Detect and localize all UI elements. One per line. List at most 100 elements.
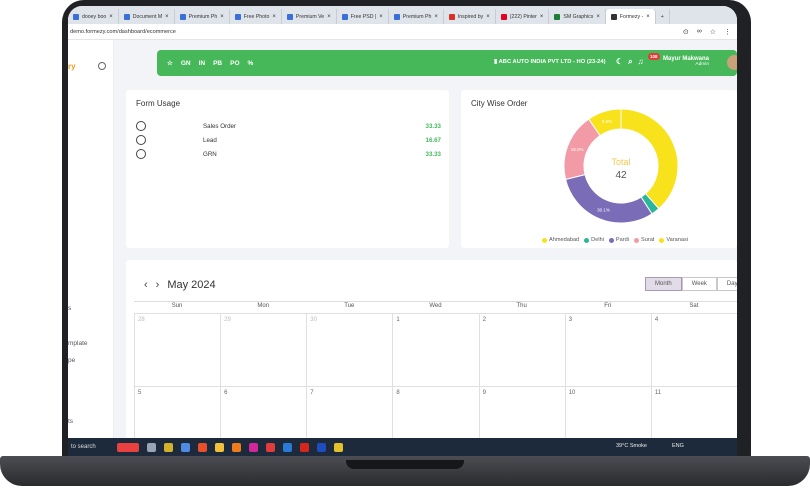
legend-label: Pardi (615, 237, 629, 243)
view-month-button[interactable]: Month (645, 277, 682, 291)
calendar-view-switcher: Month Week Day (645, 277, 737, 291)
close-tab-icon[interactable]: × (220, 14, 224, 20)
browser-tab[interactable]: Premium Ph × (389, 9, 444, 24)
new-tab-button[interactable]: + (656, 9, 670, 24)
user-menu[interactable]: Mayur Makwana Admin (663, 56, 709, 67)
tab-label: Formezy - (619, 13, 644, 20)
app-icon[interactable] (181, 442, 190, 452)
form-usage-card: Form Usage Sales Order 33.33 Lead 16.67 … (126, 90, 449, 248)
weather-widget[interactable]: 39°C Smoke (616, 443, 647, 449)
tab-label: Premium Ph (188, 13, 218, 20)
moon-icon[interactable]: ☾ (616, 57, 623, 67)
acrobat-icon[interactable] (300, 442, 309, 452)
slice-label: 30.1% (597, 208, 610, 213)
legend-item[interactable]: Pardi (608, 237, 629, 243)
folder-icon[interactable] (215, 442, 224, 452)
calendar-day-cell[interactable]: 30 (306, 313, 393, 386)
close-tab-icon[interactable]: × (434, 14, 438, 20)
bell-icon[interactable]: ♫ (638, 57, 644, 67)
design-app-icon[interactable] (249, 442, 258, 452)
photoshop-icon[interactable] (317, 442, 326, 452)
edge-icon[interactable] (283, 442, 292, 452)
legend-dot (659, 237, 665, 243)
close-tab-icon[interactable]: × (379, 14, 383, 20)
browser-tab[interactable]: Premium Ph × (175, 9, 230, 24)
user-role: Admin (695, 62, 710, 67)
view-week-button[interactable]: Week (681, 277, 717, 291)
app-logo[interactable]: ry (68, 62, 76, 71)
tab-favicon (448, 13, 455, 20)
sidebar-item[interactable]: s (68, 305, 71, 312)
avatar[interactable] (727, 55, 737, 70)
calendar-day-cell[interactable]: 2 (478, 313, 565, 386)
sidebar-item[interactable]: mplate (68, 340, 88, 347)
calendar-grid: Sun Mon Tue Wed Thu Fri Sat 28 29 30 1 2 3 4 5 6 7 8 9 10 11 (134, 301, 737, 456)
form-label: Sales Order (203, 122, 237, 130)
menu-icon[interactable]: ⋮ (724, 28, 731, 36)
browser-tab[interactable]: (222) Pinter × (496, 9, 550, 24)
legend-dot (633, 237, 639, 243)
taskbar: to search 39°C Smoke ENG (68, 438, 737, 456)
browser-tab[interactable]: Free PSD | × (337, 9, 389, 24)
browser-tab[interactable]: SM Graphics × (549, 9, 606, 24)
donut-center-label: Total (611, 157, 630, 167)
star-icon[interactable]: ☆ (710, 28, 716, 36)
quick-link-percent[interactable]: % (248, 60, 254, 67)
quick-link-in[interactable]: IN (199, 60, 206, 67)
legend-item[interactable]: Surat (633, 237, 654, 243)
close-tab-icon[interactable]: × (646, 14, 650, 20)
browser-tab[interactable]: Free Photo × (230, 9, 282, 24)
close-tab-icon[interactable]: × (540, 14, 544, 20)
legend-dot (608, 237, 614, 243)
close-tab-icon[interactable]: × (596, 14, 600, 20)
explorer-icon[interactable] (164, 442, 173, 452)
legend-item[interactable]: Ahmedabad (542, 237, 579, 243)
close-tab-icon[interactable]: × (109, 14, 113, 20)
browser-tab[interactable]: Formezy - × (605, 9, 656, 24)
chrome-icon[interactable] (198, 442, 207, 452)
company-selector[interactable]: ▮ ABC AUTO INDIA PVT LTD - HO (23-24) (494, 59, 606, 65)
prev-month-button[interactable]: ‹ (144, 279, 148, 291)
quick-link-pb[interactable]: PB (213, 60, 222, 67)
calendar-day-cell[interactable]: 3 (564, 313, 651, 386)
search-icon[interactable]: ⌕ (628, 57, 632, 67)
taskbar-search[interactable]: to search (71, 444, 113, 450)
task-view-icon[interactable] (147, 442, 156, 452)
url-text[interactable]: demo.formezy.com/dashboard/ecommerce (70, 29, 176, 35)
close-tab-icon[interactable]: × (327, 14, 331, 20)
view-day-button[interactable]: Day (716, 277, 737, 291)
browser-tab[interactable]: Premium Ve × (282, 9, 337, 24)
calendar-day-cell[interactable]: 28 (134, 313, 221, 386)
close-tab-icon[interactable]: × (486, 14, 490, 20)
card-title: Form Usage (136, 99, 181, 108)
sidebar-item[interactable]: ts (68, 418, 73, 425)
form-label: Lead (203, 136, 217, 144)
browser-tab[interactable]: Document M × (119, 9, 175, 24)
location-icon[interactable]: ⊙ (683, 28, 689, 36)
calendar-day-cell[interactable]: 1 (392, 313, 479, 386)
quick-link-po[interactable]: PO (230, 60, 239, 67)
close-tab-icon[interactable]: × (272, 14, 276, 20)
glasses-icon[interactable]: ∞ (697, 28, 702, 36)
calendar-day-header: Fri (604, 303, 612, 309)
browser-tab[interactable]: Inspired by × (444, 9, 496, 24)
donut-slice-pardi[interactable] (564, 174, 653, 224)
calendar-day-cell[interactable]: 29 (220, 313, 307, 386)
close-tab-icon[interactable]: × (165, 14, 169, 20)
legend-item[interactable]: Varanasi (659, 237, 688, 243)
address-bar[interactable]: demo.formezy.com/dashboard/ecommerce ⊙ ∞… (68, 24, 737, 40)
city-wise-order-card: City Wise Order 30.1% 19.0% 9.5% Total 42 Ah… (461, 90, 737, 248)
form-value: 33.33 (425, 150, 441, 158)
quick-link-gn[interactable]: GN (181, 60, 191, 67)
illustrator-icon[interactable] (232, 442, 241, 452)
next-month-button[interactable]: › (156, 279, 160, 291)
browser-tab[interactable]: dooey boo × (68, 9, 119, 24)
file-icon[interactable] (334, 442, 343, 452)
legend-item[interactable]: Delhi (584, 237, 604, 243)
settings-icon[interactable] (98, 62, 106, 70)
sidebar-item[interactable]: pe (68, 357, 75, 364)
system-tray[interactable]: ENG (672, 443, 684, 449)
video-icon[interactable] (266, 442, 275, 452)
calendar-day-cell[interactable]: 4 (650, 313, 737, 386)
star-icon[interactable]: ☆ (167, 59, 173, 67)
